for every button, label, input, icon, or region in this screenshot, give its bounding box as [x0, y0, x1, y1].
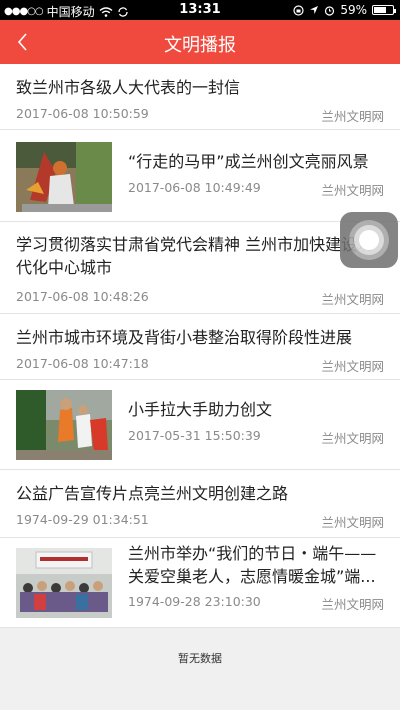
no-data-label: 暂无数据: [178, 652, 222, 665]
news-thumbnail: [16, 390, 112, 460]
news-date: 2017-06-08 10:48:26: [16, 289, 149, 304]
news-date: 2017-06-08 10:49:49: [128, 180, 261, 195]
battery-icon: [372, 5, 396, 15]
status-bar: ●●●○○ 中国移动 13:31 59%: [0, 0, 400, 20]
alarm-icon: [325, 5, 335, 16]
news-item[interactable]: 致兰州市各级人大代表的一封信 2017-06-08 10:50:59 兰州文明网: [0, 64, 400, 130]
news-title: 学习贯彻落实甘肃省党代会精神 兰州市加快建设现 代化中心城市: [16, 233, 384, 279]
news-date: 2017-06-08 10:50:59: [16, 106, 149, 121]
assistive-touch-button[interactable]: [340, 212, 398, 268]
news-source: 兰州文明网: [321, 292, 384, 307]
nav-bar: 文明播报: [0, 20, 400, 64]
news-item[interactable]: 小手拉大手助力创文 2017-05-31 15:50:39 兰州文明网: [0, 380, 400, 470]
news-item[interactable]: 公益广告宣传片点亮兰州文明创建之路 1974-09-29 01:34:51 兰州…: [0, 470, 400, 538]
news-thumbnail: [16, 142, 112, 212]
news-source: 兰州文明网: [321, 515, 384, 530]
news-source: 兰州文明网: [321, 431, 384, 446]
news-source: 兰州文明网: [321, 183, 384, 198]
news-title: 公益广告宣传片点亮兰州文明创建之路: [16, 484, 289, 503]
news-item[interactable]: 兰州市城市环境及背街小巷整治取得阶段性进展 2017-06-08 10:47:1…: [0, 314, 400, 380]
news-item[interactable]: 兰州市举办“我们的节日・端午—— 关爱空巢老人，志愿情暖金城”端... 1974…: [0, 538, 400, 628]
news-source: 兰州文明网: [321, 109, 384, 124]
news-title: 兰州市举办“我们的节日・端午—— 关爱空巢老人，志愿情暖金城”端...: [128, 542, 384, 588]
news-title-line: 兰州市举办“我们的节日・端午——: [128, 544, 377, 563]
news-title: 致兰州市各级人大代表的一封信: [16, 78, 241, 97]
news-date: 1974-09-29 01:34:51: [16, 512, 149, 527]
location-arrow-icon: [310, 6, 319, 14]
news-title-line: 学习贯彻落实甘肃省党代会精神 兰州市加快建设现: [16, 235, 374, 254]
news-date: 1974-09-28 23:10:30: [128, 594, 261, 609]
news-title: “行走的马甲”成兰州创文亮丽风景: [128, 152, 369, 171]
news-source: 兰州文明网: [321, 597, 384, 612]
news-title: 兰州市城市环境及背街小巷整治取得阶段性进展: [16, 328, 353, 347]
lock-rotation-icon: [293, 4, 304, 16]
news-title-line: 代化中心城市: [16, 258, 113, 277]
news-date: 2017-06-08 10:47:18: [16, 356, 149, 371]
news-thumbnail: [16, 548, 112, 618]
news-title: 小手拉大手助力创文: [128, 400, 273, 419]
news-source: 兰州文明网: [321, 359, 384, 374]
news-title-line: 关爱空巢老人，志愿情暖金城”端...: [128, 567, 376, 586]
news-list: 致兰州市各级人大代表的一封信 2017-06-08 10:50:59 兰州文明网…: [0, 64, 400, 628]
page-title: 文明播报: [164, 35, 236, 56]
news-item[interactable]: “行走的马甲”成兰州创文亮丽风景 2017-06-08 10:49:49 兰州文…: [0, 130, 400, 222]
news-date: 2017-05-31 15:50:39: [128, 428, 261, 443]
battery-percent: 59%: [340, 3, 367, 17]
